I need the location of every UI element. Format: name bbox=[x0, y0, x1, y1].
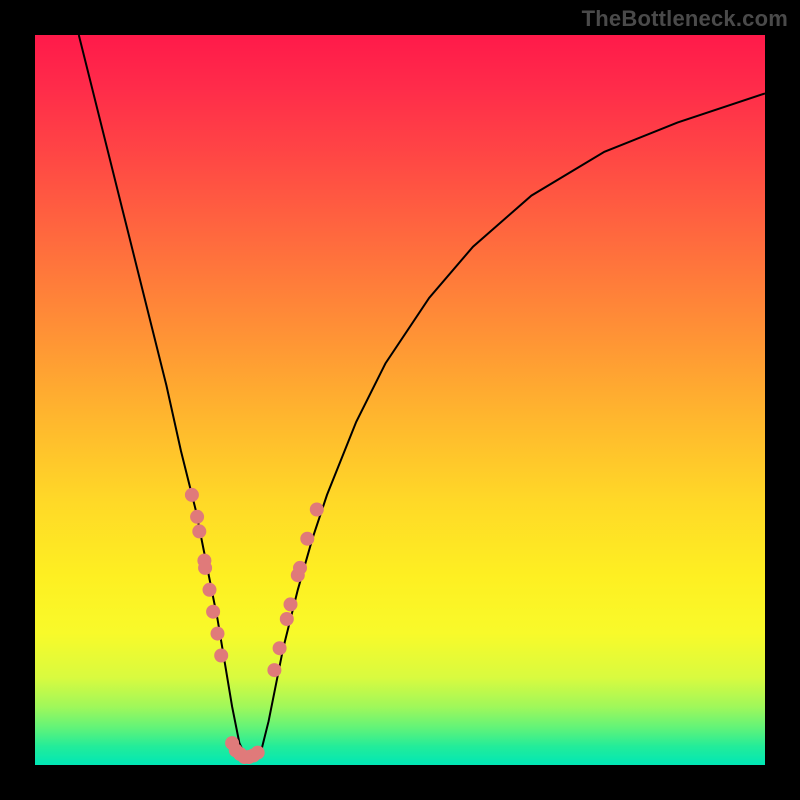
highlight-dot bbox=[284, 597, 298, 611]
highlight-dot bbox=[203, 583, 217, 597]
highlight-dot bbox=[273, 641, 287, 655]
bottleneck-curve bbox=[79, 35, 765, 759]
highlight-dot bbox=[206, 605, 220, 619]
highlight-dot bbox=[251, 746, 265, 760]
highlight-dot bbox=[214, 649, 228, 663]
highlight-dot bbox=[192, 524, 206, 538]
highlight-dot bbox=[300, 532, 314, 546]
highlight-dot bbox=[185, 488, 199, 502]
outer-frame: TheBottleneck.com bbox=[0, 0, 800, 800]
chart-svg bbox=[35, 35, 765, 765]
highlight-dot bbox=[211, 627, 225, 641]
highlight-dot bbox=[190, 510, 204, 524]
highlight-dot bbox=[310, 503, 324, 517]
highlight-dot bbox=[280, 612, 294, 626]
watermark-text: TheBottleneck.com bbox=[582, 6, 788, 32]
highlight-dot bbox=[198, 561, 212, 575]
highlight-dots bbox=[185, 488, 324, 764]
highlight-dot bbox=[267, 663, 281, 677]
highlight-dot bbox=[293, 561, 307, 575]
plot-area bbox=[35, 35, 765, 765]
